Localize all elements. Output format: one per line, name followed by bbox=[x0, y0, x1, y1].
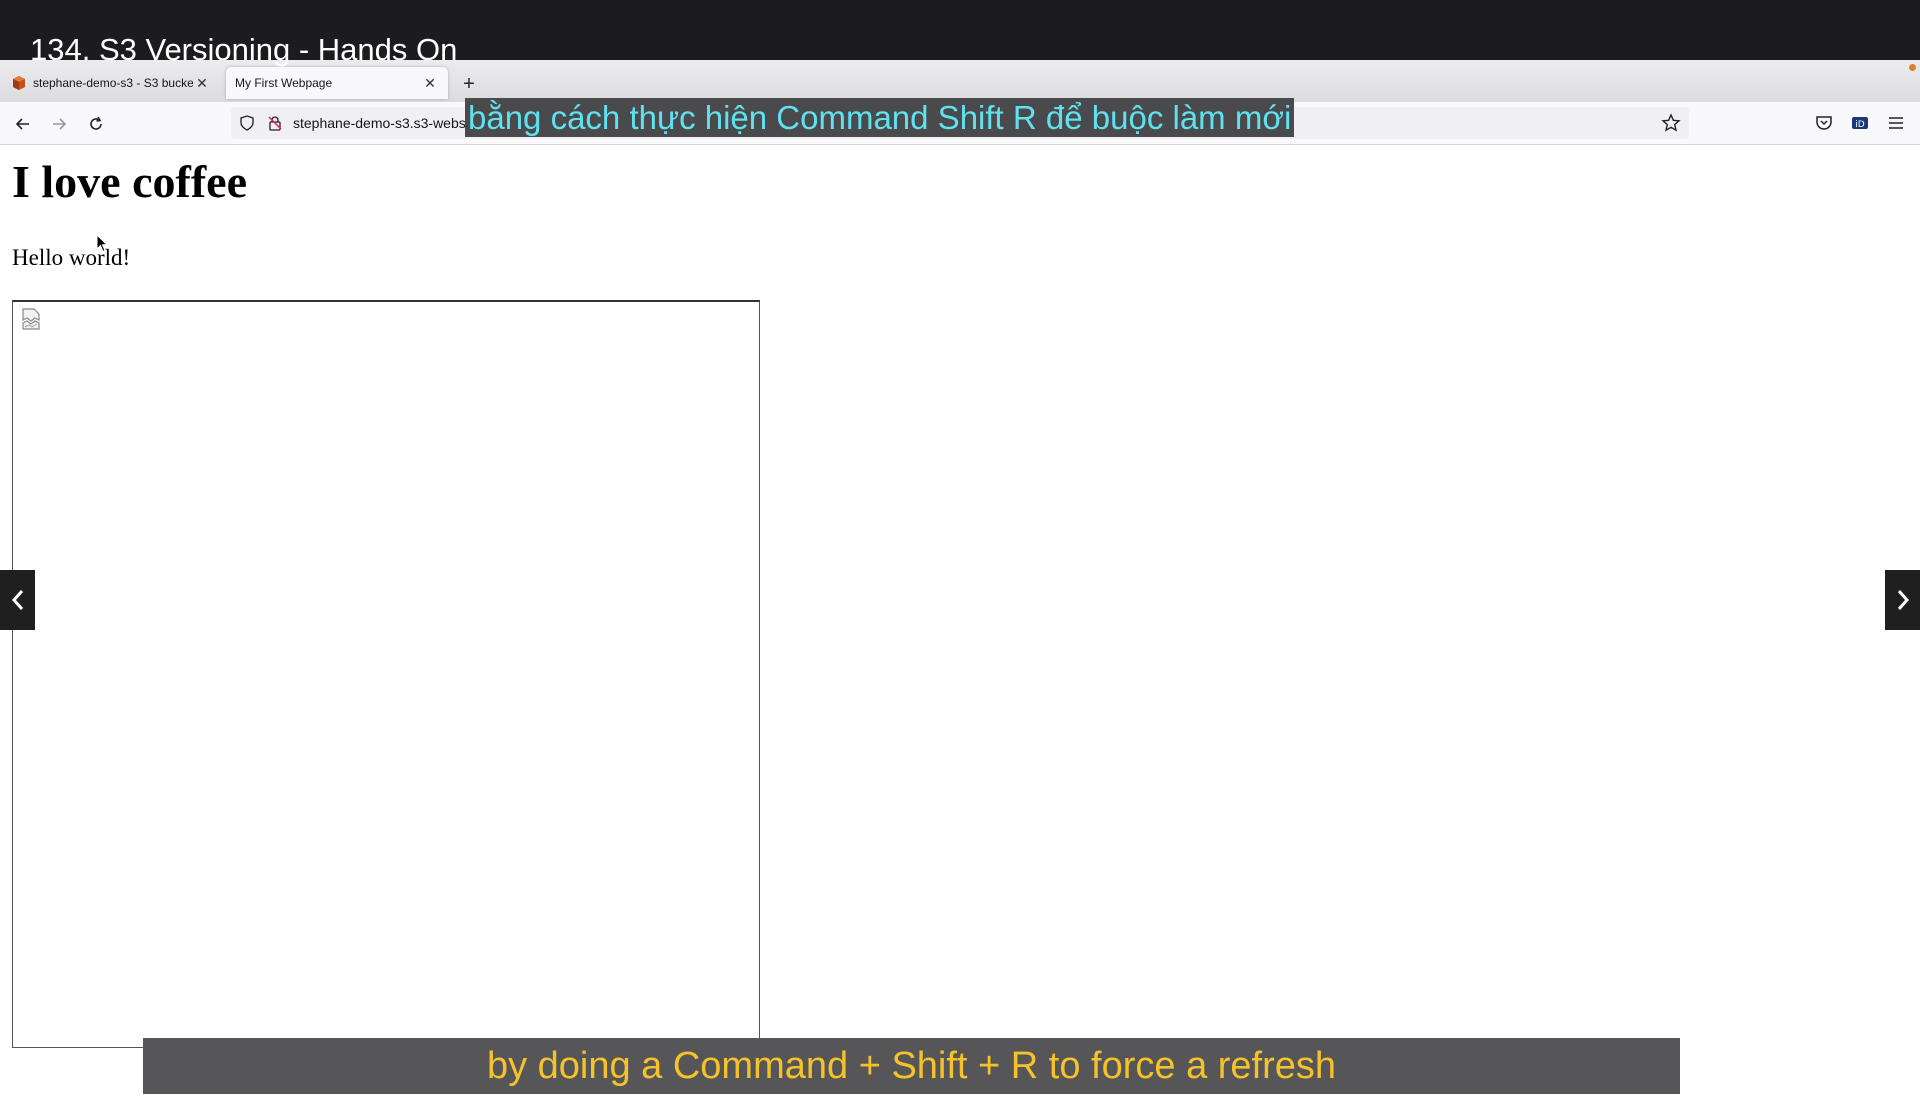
back-button[interactable] bbox=[11, 112, 35, 136]
webpage-content: I love coffee Hello world! bbox=[0, 145, 1920, 1109]
next-slide-button[interactable] bbox=[1885, 570, 1920, 630]
tab-my-first-webpage[interactable]: My First Webpage ✕ bbox=[226, 67, 448, 99]
notification-dot bbox=[1909, 64, 1916, 71]
mouse-cursor-icon bbox=[96, 234, 109, 253]
svg-text:iD: iD bbox=[1855, 120, 1865, 130]
reload-icon bbox=[90, 116, 102, 130]
tab-s3-bucket[interactable]: stephane-demo-s3 - S3 bucket ✕ bbox=[2, 67, 220, 99]
forward-button[interactable] bbox=[47, 112, 71, 136]
insecure-lock-icon[interactable] bbox=[267, 115, 283, 131]
close-tab-icon[interactable]: ✕ bbox=[421, 74, 439, 92]
back-arrow-icon bbox=[15, 118, 29, 130]
page-heading: I love coffee bbox=[12, 156, 247, 207]
tab-label: My First Webpage bbox=[235, 76, 333, 90]
tab-label: stephane-demo-s3 - S3 bucket bbox=[33, 76, 193, 90]
reload-button[interactable] bbox=[84, 112, 108, 136]
menu-hamburger-icon[interactable] bbox=[1886, 113, 1906, 133]
tracking-protection-shield-icon[interactable] bbox=[239, 115, 255, 131]
chevron-left-icon bbox=[11, 590, 23, 610]
extension-id-icon[interactable]: iD bbox=[1850, 113, 1870, 133]
url-text: stephane-demo-s3.s3-website bbox=[293, 115, 481, 131]
previous-slide-button[interactable] bbox=[0, 570, 35, 630]
forward-arrow-icon bbox=[53, 118, 67, 130]
bookmark-star-icon[interactable] bbox=[1661, 113, 1681, 133]
page-paragraph: Hello world! bbox=[12, 245, 131, 270]
broken-image bbox=[12, 300, 760, 1048]
chevron-right-icon bbox=[1897, 590, 1909, 610]
aws-s3-icon bbox=[13, 76, 25, 90]
subtitle-english: by doing a Command + Shift + R to force … bbox=[143, 1038, 1680, 1094]
broken-image-icon bbox=[22, 308, 40, 330]
subtitle-vietnamese: bằng cách thực hiện Command Shift R để b… bbox=[465, 98, 1295, 137]
close-tab-icon[interactable]: ✕ bbox=[193, 74, 211, 92]
video-title: 134. S3 Versioning - Hands On bbox=[30, 32, 458, 67]
new-tab-button[interactable]: + bbox=[458, 73, 480, 95]
pocket-icon[interactable] bbox=[1814, 113, 1834, 133]
